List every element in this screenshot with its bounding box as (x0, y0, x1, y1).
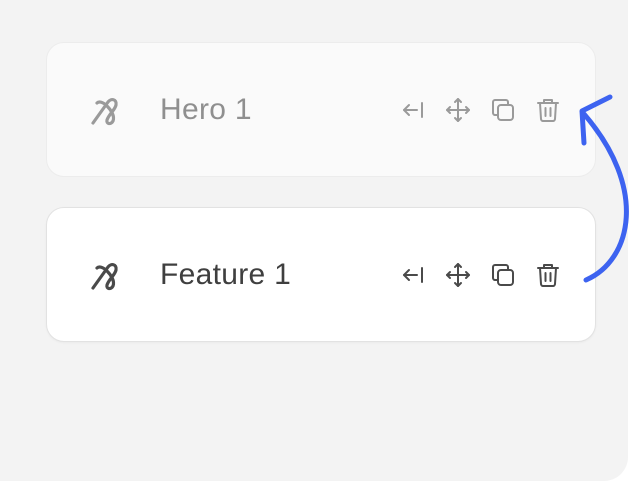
component-icon (91, 97, 118, 125)
delete-button[interactable] (534, 96, 562, 124)
move-to-start-button[interactable] (399, 261, 427, 289)
drag-move-button[interactable] (444, 96, 472, 124)
section-card-hero[interactable]: Hero 1 (46, 42, 596, 177)
delete-icon (537, 263, 559, 287)
delete-button[interactable] (534, 261, 562, 289)
move-to-start-icon (403, 266, 423, 283)
duplicate-button[interactable] (489, 96, 517, 124)
reorder-arrow-icon (579, 94, 629, 283)
sections-panel: Hero 1 Feature 1 (0, 0, 629, 481)
section-card-feature[interactable]: Feature 1 (46, 207, 596, 342)
move-to-start-icon (403, 101, 423, 118)
section-actions (399, 261, 562, 289)
duplicate-button[interactable] (489, 261, 517, 289)
section-title: Feature 1 (160, 257, 292, 291)
duplicate-icon (492, 263, 514, 286)
section-actions (399, 96, 562, 124)
duplicate-icon (492, 98, 514, 121)
delete-icon (537, 98, 559, 122)
move-to-start-button[interactable] (399, 96, 427, 124)
section-title: Hero 1 (160, 92, 252, 126)
component-icon (91, 262, 118, 290)
drag-move-button[interactable] (444, 261, 472, 289)
drag-move-icon (446, 97, 470, 122)
drag-move-icon (446, 262, 470, 287)
